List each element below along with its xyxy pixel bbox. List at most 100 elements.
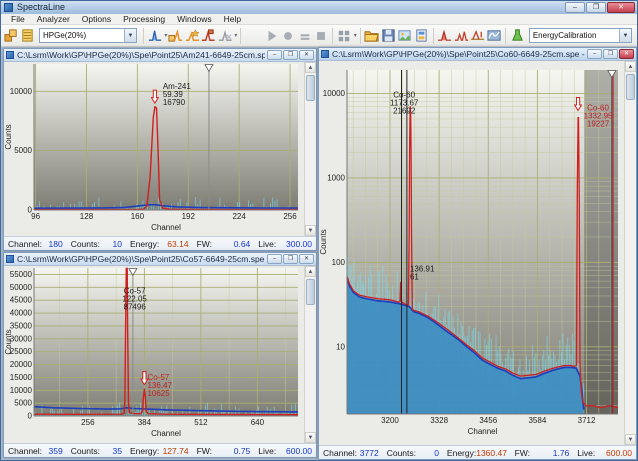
svg-text:Channel: Channel [151,223,181,232]
report-icon[interactable] [413,27,430,45]
menu-options[interactable]: Options [76,14,117,25]
calibration-select-value: EnergyCalibration [533,31,597,40]
live-value: 600.00 [606,448,632,458]
layout-dropdown-icon[interactable]: ▾ [354,32,357,39]
scroll-down-icon[interactable]: ▼ [625,434,636,445]
spectrum-file-icon [321,50,329,58]
menu-analyzer[interactable]: Analyzer [31,14,76,25]
calibration-icon[interactable] [509,27,526,45]
energy-value: 63.14 [167,239,188,249]
play-icon[interactable] [263,27,280,45]
live-label: Live: [258,239,276,249]
status-bar: Channel:359 Counts:35 Energy:127.74 FW:0… [4,443,316,457]
maximize-button[interactable]: ❐ [603,49,618,59]
stop-icon[interactable] [313,27,330,45]
minimize-button[interactable]: ‒ [267,50,282,60]
menu-help[interactable]: Help [218,14,247,25]
peak-smooth-icon[interactable] [486,27,503,45]
fw-value: 1.76 [553,448,570,458]
peak-tools-dropdown-icon[interactable]: ▾ [234,32,237,39]
peak-star-icon[interactable] [184,27,201,45]
menu-file[interactable]: File [5,14,31,25]
svg-text:0: 0 [28,412,33,421]
maximize-button[interactable]: ❐ [283,50,298,60]
scroll-up-icon[interactable]: ▲ [305,266,316,277]
channels-icon[interactable] [3,27,20,45]
window-title-bar[interactable]: C:\Lsrm\Work\GP\HPGe(20%)\Spe\Point25\Am… [4,49,316,62]
live-label: Live: [258,446,276,456]
close-button[interactable]: ✕ [619,49,634,59]
scroll-down-icon[interactable]: ▼ [305,432,316,443]
vertical-scrollbar[interactable]: ▲ ▼ [304,62,316,236]
maximize-button[interactable]: ❐ [283,254,298,264]
live-label: Live: [577,448,595,458]
scroll-thumb[interactable] [306,279,315,305]
detector-select[interactable]: HPGe(20%) ▼ [39,28,137,43]
svg-text:10000: 10000 [10,87,33,96]
svg-text:10: 10 [336,342,345,351]
svg-text:20000: 20000 [10,360,33,369]
svg-text:Co-57136.4710625: Co-57136.4710625 [147,373,172,398]
svg-text:100: 100 [332,258,346,267]
live-value: 600.00 [286,446,312,456]
svg-text:Counts: Counts [319,229,328,254]
close-button[interactable]: ✕ [299,254,314,264]
spectrum-chart-co60[interactable]: Co-601173.6721692Co-601332.9519227136.91… [319,61,624,445]
menu-processing[interactable]: Processing [117,14,171,25]
image-icon[interactable] [397,27,414,45]
svg-text:1000: 1000 [327,173,345,182]
energy-value: 127.74 [163,446,189,456]
pause-icon[interactable] [296,27,313,45]
spectrum-chart-co57[interactable]: Co-57122.0587496Co-57136.471062525638451… [4,266,304,443]
svg-text:Counts: Counts [4,329,13,354]
close-button[interactable]: ✕ [607,2,635,13]
save-icon[interactable] [380,27,397,45]
peak-delete-icon[interactable] [217,27,234,45]
spectrum-window-am241: C:\Lsrm\Work\GP\HPGe(20%)\Spe\Point25\Am… [3,48,317,251]
close-button[interactable]: ✕ [299,50,314,60]
minimize-button[interactable]: ‒ [587,49,602,59]
application-window: SpectraLine ‒ ❐ ✕ File Analyzer Options … [0,0,638,461]
svg-text:160: 160 [131,212,145,221]
counts-value: 35 [113,446,122,456]
chevron-down-icon[interactable]: ▼ [124,29,136,42]
peak-fit-icon[interactable] [436,27,453,45]
maximize-button[interactable]: ❐ [586,2,606,13]
peak-search-icon[interactable] [147,27,164,45]
peak-bg-icon[interactable] [469,27,486,45]
vertical-scrollbar[interactable]: ▲ ▼ [624,61,636,445]
open-folder-icon[interactable] [364,27,381,45]
svg-text:3200: 3200 [381,416,399,425]
svg-text:35000: 35000 [10,321,33,330]
peak-area-icon[interactable] [453,27,470,45]
svg-text:10000: 10000 [10,386,33,395]
counts-value: 10 [113,239,122,249]
scroll-down-icon[interactable]: ▼ [305,225,316,236]
fw-value: 0.64 [234,239,251,249]
spectra-table-icon[interactable] [20,27,37,45]
vertical-scrollbar[interactable]: ▲ ▼ [304,266,316,443]
svg-text:0: 0 [28,206,33,215]
record-icon[interactable] [280,27,297,45]
window-title-bar[interactable]: C:\Lsrm\Work\GP\HPGe(20%)\Spe\Point25\Co… [4,253,316,266]
nuclide-peak-icon[interactable] [167,27,184,45]
minimize-button[interactable]: ‒ [267,254,282,264]
chevron-down-icon[interactable]: ▼ [619,29,631,42]
menu-windows[interactable]: Windows [171,14,217,25]
peak-flag-icon[interactable] [200,27,217,45]
svg-text:640: 640 [251,418,265,427]
scroll-up-icon[interactable]: ▲ [625,61,636,72]
window-layout-icon[interactable] [336,27,353,45]
window-title-bar[interactable]: C:\Lsrm\Work\GP\HPGe(20%)\Spe\Point25\Co… [319,48,636,61]
scroll-thumb[interactable] [306,75,315,101]
svg-text:5000: 5000 [14,399,32,408]
live-value: 300.00 [286,239,312,249]
minimize-button[interactable]: ‒ [565,2,585,13]
scroll-up-icon[interactable]: ▲ [305,62,316,73]
calibration-select[interactable]: EnergyCalibration ▼ [529,28,632,43]
counts-label: Counts: [387,448,416,458]
chart-body: Am-24159.3916790961281601922242560500010… [4,62,316,236]
spectrum-chart-am241[interactable]: Am-24159.3916790961281601922242560500010… [4,62,304,236]
fw-value: 0.75 [234,446,251,456]
scroll-thumb[interactable] [626,74,635,100]
